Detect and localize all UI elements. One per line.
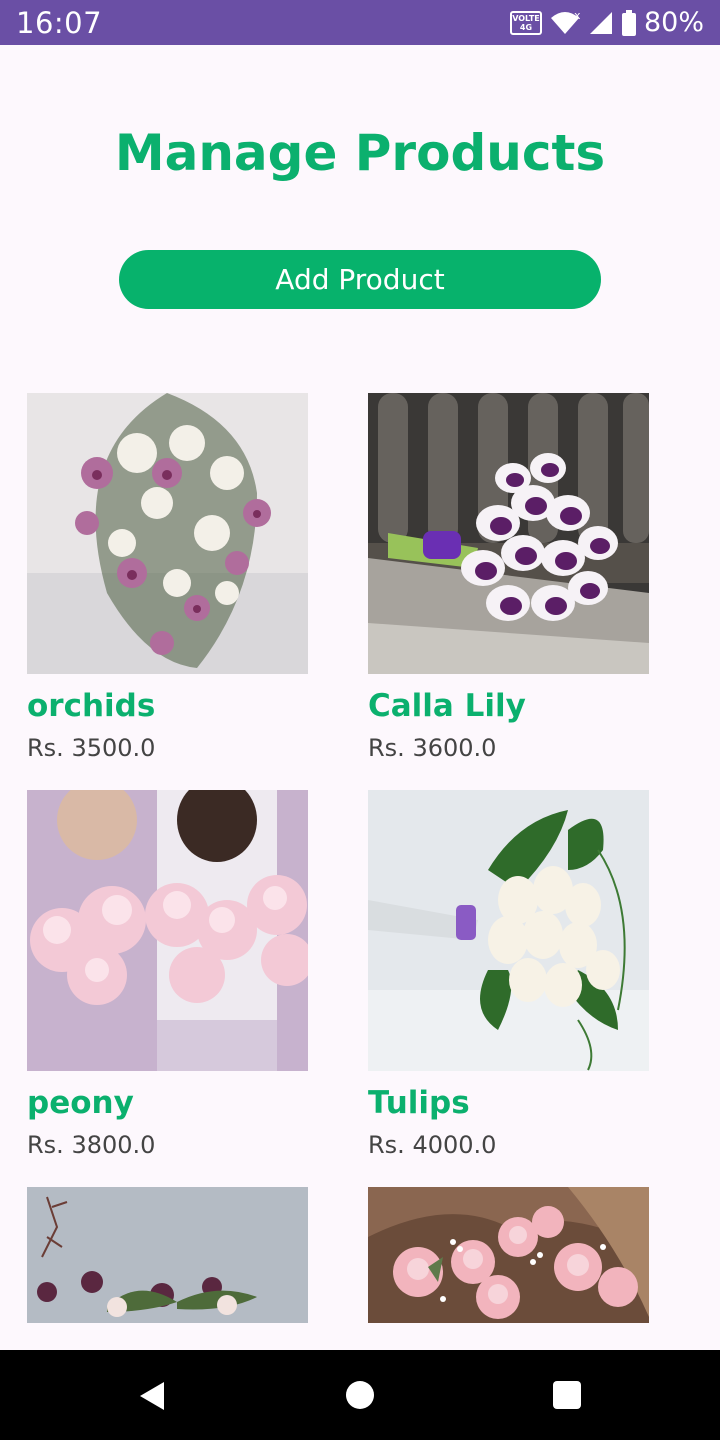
peony-bouquet-image[interactable] xyxy=(27,790,308,1071)
dark-flower-arrangement-image[interactable] xyxy=(27,1187,308,1323)
product-name: Calla Lily xyxy=(368,688,526,724)
product-price: Rs. 3600.0 xyxy=(368,734,497,762)
product-card[interactable]: Tulips Rs. 4000.0 xyxy=(368,790,649,1159)
tulip-bouquet-image[interactable] xyxy=(368,790,649,1071)
product-card[interactable] xyxy=(27,1187,308,1323)
status-bar: 16:07 VOLTE 4G x 80% xyxy=(0,0,720,45)
svg-text:x: x xyxy=(574,10,580,22)
orchid-bouquet-image[interactable] xyxy=(27,393,308,674)
back-icon[interactable] xyxy=(137,1381,167,1411)
battery-icon xyxy=(621,9,636,36)
add-product-button[interactable]: Add Product xyxy=(119,250,601,309)
calla-lily-bouquet-image[interactable] xyxy=(368,393,649,674)
product-card[interactable]: peony Rs. 3800.0 xyxy=(27,790,308,1159)
product-name: Tulips xyxy=(368,1085,470,1121)
pink-rose-bouquet-image[interactable] xyxy=(368,1187,649,1323)
product-price: Rs. 3800.0 xyxy=(27,1131,156,1159)
product-name: peony xyxy=(27,1085,134,1121)
product-name: orchids xyxy=(27,688,156,724)
product-grid: orchids Rs. 3500.0 Calla Lily Rs. 3600.0… xyxy=(0,393,720,1323)
page-title: Manage Products xyxy=(114,124,606,182)
recents-icon[interactable] xyxy=(553,1381,581,1409)
wifi-icon: x xyxy=(550,10,580,34)
battery-percent: 80% xyxy=(643,7,704,38)
signal-icon xyxy=(589,11,612,34)
product-card[interactable]: Calla Lily Rs. 3600.0 xyxy=(368,393,649,762)
volte-network-label: 4G xyxy=(519,22,533,32)
volte-icon: VOLTE 4G xyxy=(509,10,542,35)
product-grid-scroll[interactable]: orchids Rs. 3500.0 Calla Lily Rs. 3600.0… xyxy=(0,393,720,1323)
product-price: Rs. 4000.0 xyxy=(368,1131,497,1159)
navigation-bar xyxy=(0,1350,720,1440)
volte-label: VOLTE xyxy=(512,13,540,23)
product-price: Rs. 3500.0 xyxy=(27,734,156,762)
home-icon[interactable] xyxy=(346,1381,374,1409)
status-time: 16:07 xyxy=(16,5,103,40)
status-icons: VOLTE 4G x 80% xyxy=(509,7,704,38)
product-card[interactable] xyxy=(368,1187,649,1323)
product-card[interactable]: orchids Rs. 3500.0 xyxy=(27,393,308,762)
